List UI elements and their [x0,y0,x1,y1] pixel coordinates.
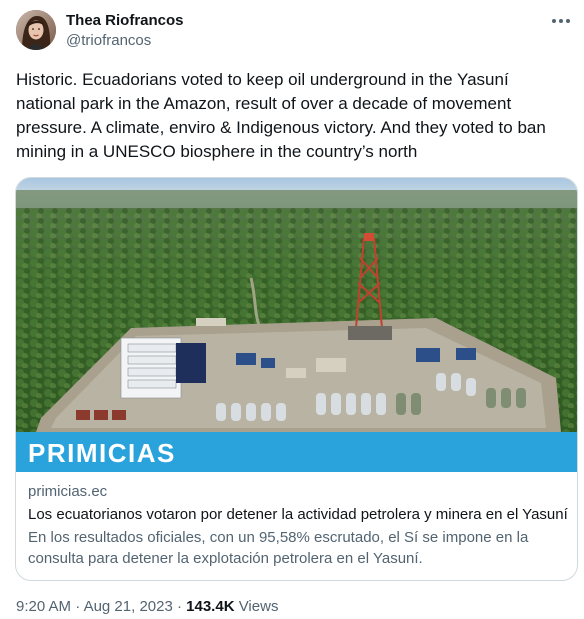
views-label: Views [238,598,279,615]
card-brand-logo: PRIMICIAS [28,438,176,468]
card-image[interactable] [16,178,577,432]
tweet-time[interactable]: 9:20 AM [16,598,71,615]
more-horizontal-icon[interactable] [550,12,572,30]
card-description: En los resultados oficiales, con un 95,5… [28,529,529,567]
meta-separator: · [176,598,182,615]
tweet-header: Thea Riofrancos @triofrancos [16,10,572,54]
card-brand-bar: PRIMICIAS [16,432,577,472]
author-name[interactable]: Thea Riofrancos [66,12,184,29]
tweet-text: Historic. Ecuadorians voted to keep oil … [16,70,546,161]
tweet-meta: 9:20 AM · Aug 21, 2023 · 143.4K Views [16,598,278,615]
meta-separator: · [75,598,81,615]
author-handle[interactable]: @triofrancos [66,32,151,49]
card-body: primicias.ec Los ecuatorianos votaron po… [28,482,568,569]
tweet-date[interactable]: Aug 21, 2023 [84,598,173,615]
views-count: 143.4K [186,598,235,615]
card-domain: primicias.ec [28,483,108,500]
card-title: Los ecuatorianos votaron por detener la … [28,506,568,523]
avatar[interactable] [16,10,56,50]
link-card[interactable]: PRIMICIAS primicias.ec Los ecuatorianos … [15,177,578,581]
